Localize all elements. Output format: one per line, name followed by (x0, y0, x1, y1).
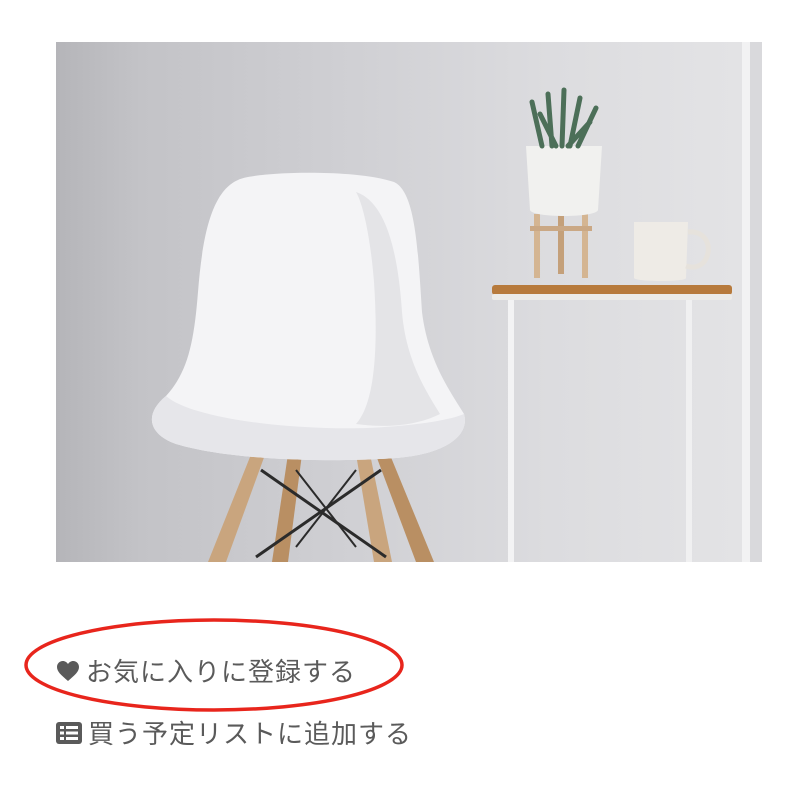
add-to-buy-list-label: 買う予定リストに追加する (88, 720, 413, 750)
product-photo (56, 42, 762, 562)
plant (526, 87, 602, 278)
chair-shell (151, 172, 465, 461)
add-to-favorites-link[interactable]: お気に入りに登録する (56, 652, 356, 689)
side-table (492, 285, 732, 562)
add-to-buy-list-link[interactable]: 買う予定リストに追加する (56, 714, 412, 751)
heart-icon (56, 660, 80, 682)
mug (634, 222, 711, 281)
product-page: お気に入りに登録する 買う予定リストに追加する (0, 0, 810, 802)
list-icon (56, 721, 82, 744)
chair-legs (208, 450, 434, 562)
add-to-favorites-label: お気に入りに登録する (86, 658, 357, 688)
